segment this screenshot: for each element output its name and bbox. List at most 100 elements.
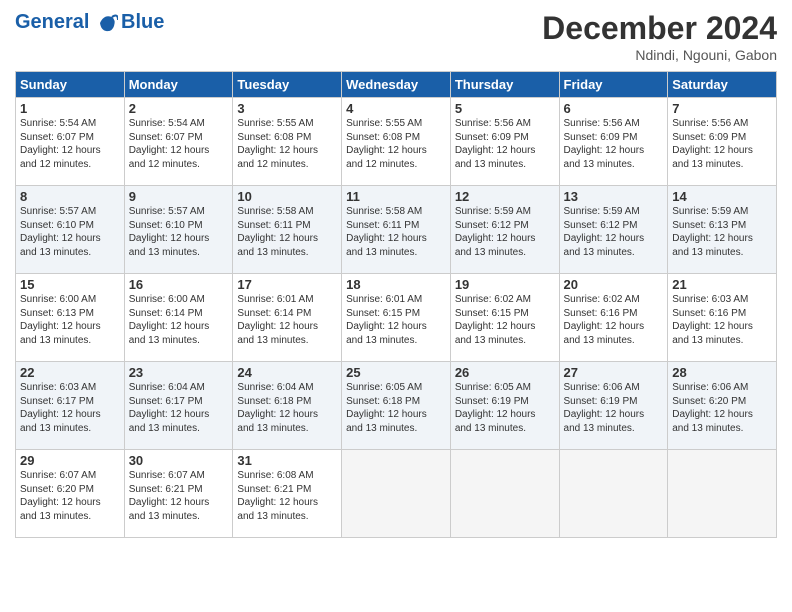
day-number: 6 xyxy=(564,101,664,116)
day-info: Sunrise: 6:08 AMSunset: 6:21 PMDaylight:… xyxy=(237,470,318,522)
day-number: 20 xyxy=(564,277,664,292)
calendar-cell: 6 Sunrise: 5:56 AMSunset: 6:09 PMDayligh… xyxy=(559,98,668,186)
calendar-cell: 28 Sunrise: 6:06 AMSunset: 6:20 PMDaylig… xyxy=(668,362,777,450)
header-day-tuesday: Tuesday xyxy=(233,72,342,98)
day-info: Sunrise: 6:06 AMSunset: 6:19 PMDaylight:… xyxy=(564,382,645,434)
page-container: General Blue December 2024 Ndindi, Ngoun… xyxy=(0,0,792,548)
logo-text: General xyxy=(15,10,118,34)
day-number: 1 xyxy=(20,101,120,116)
calendar-cell: 19 Sunrise: 6:02 AMSunset: 6:15 PMDaylig… xyxy=(450,274,559,362)
day-info: Sunrise: 6:07 AMSunset: 6:21 PMDaylight:… xyxy=(129,470,210,522)
day-info: Sunrise: 6:03 AMSunset: 6:17 PMDaylight:… xyxy=(20,382,101,434)
calendar-cell: 5 Sunrise: 5:56 AMSunset: 6:09 PMDayligh… xyxy=(450,98,559,186)
day-info: Sunrise: 5:58 AMSunset: 6:11 PMDaylight:… xyxy=(346,206,427,258)
week-row-5: 29 Sunrise: 6:07 AMSunset: 6:20 PMDaylig… xyxy=(16,450,777,538)
day-number: 5 xyxy=(455,101,555,116)
day-info: Sunrise: 5:57 AMSunset: 6:10 PMDaylight:… xyxy=(20,206,101,258)
day-number: 7 xyxy=(672,101,772,116)
day-number: 14 xyxy=(672,189,772,204)
header-day-wednesday: Wednesday xyxy=(342,72,451,98)
calendar-cell: 1 Sunrise: 5:54 AMSunset: 6:07 PMDayligh… xyxy=(16,98,125,186)
day-number: 23 xyxy=(129,365,229,380)
day-number: 22 xyxy=(20,365,120,380)
day-number: 21 xyxy=(672,277,772,292)
calendar-cell: 23 Sunrise: 6:04 AMSunset: 6:17 PMDaylig… xyxy=(124,362,233,450)
calendar-cell: 22 Sunrise: 6:03 AMSunset: 6:17 PMDaylig… xyxy=(16,362,125,450)
day-info: Sunrise: 6:05 AMSunset: 6:18 PMDaylight:… xyxy=(346,382,427,434)
calendar-cell: 30 Sunrise: 6:07 AMSunset: 6:21 PMDaylig… xyxy=(124,450,233,538)
calendar-cell: 25 Sunrise: 6:05 AMSunset: 6:18 PMDaylig… xyxy=(342,362,451,450)
day-number: 2 xyxy=(129,101,229,116)
day-number: 3 xyxy=(237,101,337,116)
day-number: 31 xyxy=(237,453,337,468)
day-number: 27 xyxy=(564,365,664,380)
day-number: 8 xyxy=(20,189,120,204)
day-info: Sunrise: 6:05 AMSunset: 6:19 PMDaylight:… xyxy=(455,382,536,434)
day-number: 25 xyxy=(346,365,446,380)
day-info: Sunrise: 5:57 AMSunset: 6:10 PMDaylight:… xyxy=(129,206,210,258)
day-info: Sunrise: 6:00 AMSunset: 6:14 PMDaylight:… xyxy=(129,294,210,346)
day-info: Sunrise: 5:55 AMSunset: 6:08 PMDaylight:… xyxy=(346,118,427,170)
calendar-cell: 4 Sunrise: 5:55 AMSunset: 6:08 PMDayligh… xyxy=(342,98,451,186)
calendar-cell: 20 Sunrise: 6:02 AMSunset: 6:16 PMDaylig… xyxy=(559,274,668,362)
day-info: Sunrise: 6:04 AMSunset: 6:18 PMDaylight:… xyxy=(237,382,318,434)
calendar-cell: 9 Sunrise: 5:57 AMSunset: 6:10 PMDayligh… xyxy=(124,186,233,274)
day-number: 9 xyxy=(129,189,229,204)
calendar-cell: 11 Sunrise: 5:58 AMSunset: 6:11 PMDaylig… xyxy=(342,186,451,274)
day-info: Sunrise: 5:54 AMSunset: 6:07 PMDaylight:… xyxy=(129,118,210,170)
day-info: Sunrise: 5:58 AMSunset: 6:11 PMDaylight:… xyxy=(237,206,318,258)
day-info: Sunrise: 6:01 AMSunset: 6:15 PMDaylight:… xyxy=(346,294,427,346)
calendar-cell: 27 Sunrise: 6:06 AMSunset: 6:19 PMDaylig… xyxy=(559,362,668,450)
calendar-table: SundayMondayTuesdayWednesdayThursdayFrid… xyxy=(15,71,777,538)
day-info: Sunrise: 6:04 AMSunset: 6:17 PMDaylight:… xyxy=(129,382,210,434)
title-block: December 2024 Ndindi, Ngouni, Gabon xyxy=(542,10,777,63)
day-number: 18 xyxy=(346,277,446,292)
day-number: 15 xyxy=(20,277,120,292)
calendar-cell: 24 Sunrise: 6:04 AMSunset: 6:18 PMDaylig… xyxy=(233,362,342,450)
week-row-2: 8 Sunrise: 5:57 AMSunset: 6:10 PMDayligh… xyxy=(16,186,777,274)
logo: General Blue xyxy=(15,10,164,34)
day-info: Sunrise: 6:00 AMSunset: 6:13 PMDaylight:… xyxy=(20,294,101,346)
calendar-cell: 26 Sunrise: 6:05 AMSunset: 6:19 PMDaylig… xyxy=(450,362,559,450)
header-day-saturday: Saturday xyxy=(668,72,777,98)
day-info: Sunrise: 6:06 AMSunset: 6:20 PMDaylight:… xyxy=(672,382,753,434)
calendar-cell: 31 Sunrise: 6:08 AMSunset: 6:21 PMDaylig… xyxy=(233,450,342,538)
header-row: SundayMondayTuesdayWednesdayThursdayFrid… xyxy=(16,72,777,98)
header-day-friday: Friday xyxy=(559,72,668,98)
week-row-3: 15 Sunrise: 6:00 AMSunset: 6:13 PMDaylig… xyxy=(16,274,777,362)
day-info: Sunrise: 5:59 AMSunset: 6:13 PMDaylight:… xyxy=(672,206,753,258)
calendar-cell: 7 Sunrise: 5:56 AMSunset: 6:09 PMDayligh… xyxy=(668,98,777,186)
day-number: 13 xyxy=(564,189,664,204)
header-day-sunday: Sunday xyxy=(16,72,125,98)
day-number: 11 xyxy=(346,189,446,204)
day-info: Sunrise: 5:56 AMSunset: 6:09 PMDaylight:… xyxy=(455,118,536,170)
calendar-cell: 18 Sunrise: 6:01 AMSunset: 6:15 PMDaylig… xyxy=(342,274,451,362)
calendar-cell: 10 Sunrise: 5:58 AMSunset: 6:11 PMDaylig… xyxy=(233,186,342,274)
week-row-1: 1 Sunrise: 5:54 AMSunset: 6:07 PMDayligh… xyxy=(16,98,777,186)
header-day-monday: Monday xyxy=(124,72,233,98)
calendar-cell xyxy=(450,450,559,538)
day-info: Sunrise: 5:55 AMSunset: 6:08 PMDaylight:… xyxy=(237,118,318,170)
day-number: 4 xyxy=(346,101,446,116)
calendar-cell: 2 Sunrise: 5:54 AMSunset: 6:07 PMDayligh… xyxy=(124,98,233,186)
calendar-cell xyxy=(559,450,668,538)
location-subtitle: Ndindi, Ngouni, Gabon xyxy=(542,47,777,63)
day-number: 26 xyxy=(455,365,555,380)
calendar-cell: 14 Sunrise: 5:59 AMSunset: 6:13 PMDaylig… xyxy=(668,186,777,274)
day-info: Sunrise: 5:56 AMSunset: 6:09 PMDaylight:… xyxy=(672,118,753,170)
day-number: 30 xyxy=(129,453,229,468)
month-title: December 2024 xyxy=(542,10,777,47)
calendar-cell: 17 Sunrise: 6:01 AMSunset: 6:14 PMDaylig… xyxy=(233,274,342,362)
calendar-cell: 13 Sunrise: 5:59 AMSunset: 6:12 PMDaylig… xyxy=(559,186,668,274)
day-info: Sunrise: 6:03 AMSunset: 6:16 PMDaylight:… xyxy=(672,294,753,346)
day-number: 10 xyxy=(237,189,337,204)
day-info: Sunrise: 6:07 AMSunset: 6:20 PMDaylight:… xyxy=(20,470,101,522)
day-number: 16 xyxy=(129,277,229,292)
calendar-cell: 29 Sunrise: 6:07 AMSunset: 6:20 PMDaylig… xyxy=(16,450,125,538)
day-info: Sunrise: 5:59 AMSunset: 6:12 PMDaylight:… xyxy=(564,206,645,258)
page-header: General Blue December 2024 Ndindi, Ngoun… xyxy=(15,10,777,63)
calendar-cell xyxy=(668,450,777,538)
day-number: 24 xyxy=(237,365,337,380)
logo-icon xyxy=(96,12,118,34)
calendar-cell: 3 Sunrise: 5:55 AMSunset: 6:08 PMDayligh… xyxy=(233,98,342,186)
